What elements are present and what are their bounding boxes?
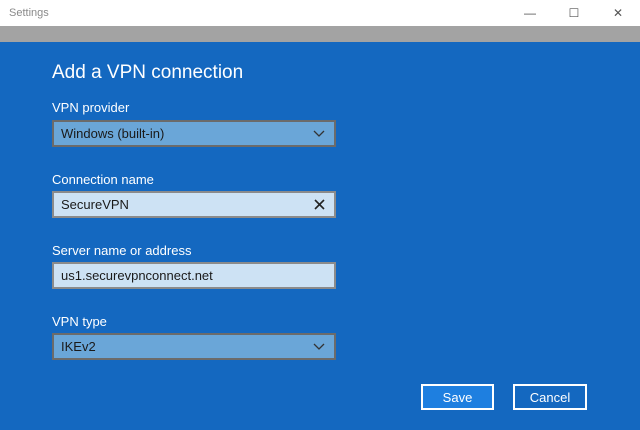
- chevron-down-icon: [304, 130, 334, 137]
- server-address-value: us1.securevpnconnect.net: [61, 268, 213, 283]
- save-button[interactable]: Save: [421, 384, 494, 410]
- connection-name-input[interactable]: SecureVPN: [52, 191, 336, 218]
- cancel-button[interactable]: Cancel: [513, 384, 587, 410]
- vpn-type-label: VPN type: [52, 314, 107, 329]
- close-window-button[interactable]: ✕: [596, 0, 640, 26]
- connection-name-value: SecureVPN: [61, 197, 129, 212]
- minimize-button[interactable]: —: [508, 0, 552, 26]
- chevron-down-icon: [304, 343, 334, 350]
- page-title: Add a VPN connection: [52, 62, 244, 83]
- close-icon[interactable]: [304, 199, 334, 210]
- vpn-provider-label: VPN provider: [52, 100, 130, 115]
- vpn-provider-dropdown[interactable]: Windows (built-in): [52, 120, 336, 147]
- header-band: [0, 26, 640, 42]
- maximize-button[interactable]: ☐: [552, 0, 596, 26]
- vpn-type-dropdown[interactable]: IKEv2: [52, 333, 336, 360]
- connection-name-label: Connection name: [52, 172, 154, 187]
- title-bar: Settings — ☐ ✕: [0, 0, 640, 26]
- vpn-provider-value: Windows (built-in): [61, 126, 165, 141]
- server-address-input[interactable]: us1.securevpnconnect.net: [52, 262, 336, 289]
- vpn-form-panel: Add a VPN connection VPN provider Window…: [0, 42, 640, 430]
- window-title: Settings: [9, 7, 49, 19]
- server-label: Server name or address: [52, 243, 192, 258]
- vpn-type-value: IKEv2: [61, 339, 96, 354]
